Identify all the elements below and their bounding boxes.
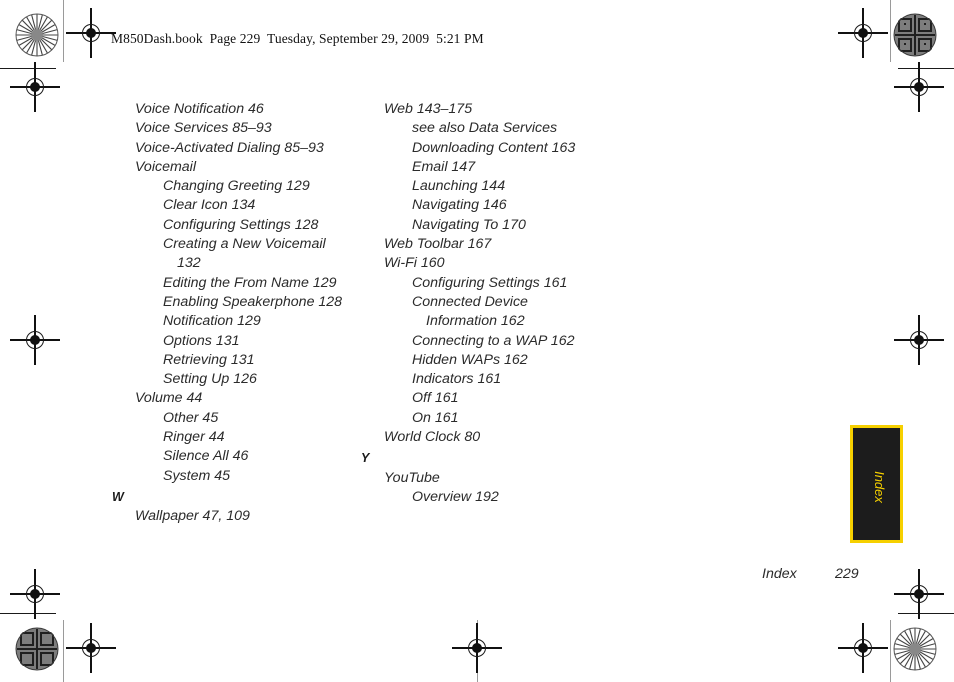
footer-section-label: Index: [762, 566, 797, 582]
index-entry: Web Toolbar 167: [384, 236, 492, 253]
index-entry: Connected Device: [412, 293, 528, 310]
index-entry: Voicemail: [135, 158, 196, 175]
trim-line-top-left-horizontal: [0, 68, 56, 69]
index-entry: Volume 44: [135, 390, 203, 407]
index-entry: Creating a New Voicemail: [163, 236, 326, 253]
index-entry: YouTube: [384, 469, 440, 486]
index-entry: Voice-Activated Dialing 85–93: [135, 139, 324, 156]
registration-mark-bottom-left: [10, 569, 60, 619]
registration-mark-left-middle: [10, 315, 60, 365]
index-entry: Other 45: [163, 409, 219, 426]
index-thumb-tab: Index: [850, 425, 903, 543]
index-entry: Navigating To 170: [412, 216, 526, 233]
index-entry: On 161: [412, 409, 459, 426]
index-entry: Overview 192: [412, 488, 499, 505]
book-file-header: M850Dash.book Page 229 Tuesday, Septembe…: [111, 31, 484, 46]
registration-mark-bottom-right: [838, 623, 888, 673]
index-entry: System 45: [163, 467, 231, 484]
index-entry: Setting Up 126: [163, 371, 257, 388]
index-section-letter: Y: [361, 451, 370, 466]
registration-mark-top-right-2: [894, 62, 944, 112]
footer-page-number: 229: [835, 566, 859, 582]
trim-line-right-vertical-lower: [890, 620, 891, 682]
index-entry: Configuring Settings 128: [163, 216, 319, 233]
index-column-left: Voice Notification 46 Voice Services 85–9…: [112, 100, 362, 527]
index-entry: Options 131: [163, 332, 240, 349]
index-entry: see also Data Services: [412, 120, 558, 137]
index-entry: Launching 144: [412, 178, 506, 195]
registration-mark-top-left-2: [10, 62, 60, 112]
trim-line-center-bottom: [477, 620, 478, 682]
registration-mark-top-right: [838, 8, 888, 58]
trim-line-left-vertical-lower: [63, 620, 64, 682]
trim-line-right-vertical: [890, 0, 891, 62]
index-entry: Connecting to a WAP 162: [412, 332, 575, 349]
index-entry: Enabling Speakerphone 128: [163, 293, 343, 310]
trim-line-bottom-right-horizontal: [898, 613, 954, 614]
index-entry: Clear Icon 134: [163, 197, 256, 214]
index-entry: Editing the From Name 129: [163, 274, 337, 291]
index-entry: World Clock 80: [384, 429, 481, 446]
index-entry: Ringer 44: [163, 429, 225, 446]
index-entry: Notification 129: [163, 313, 261, 330]
index-entry: Hidden WAPs 162: [412, 351, 528, 368]
index-section-letter: W: [112, 489, 124, 504]
index-entry: Configuring Settings 161: [412, 274, 568, 291]
index-entry: Voice Notification 46: [135, 101, 264, 117]
index-entry: Wi-Fi 160: [384, 255, 445, 272]
registration-mark-right-middle: [894, 315, 944, 365]
star-target-top-left: [15, 13, 59, 57]
registration-mark-bottom-left-2: [66, 623, 116, 673]
index-entry: Navigating 146: [412, 197, 507, 214]
index-column-right: Web 143–175 see also Data Services Downloa…: [361, 100, 611, 507]
trim-line-top-right-horizontal: [898, 68, 954, 69]
index-entry: Indicators 161: [412, 371, 502, 388]
trim-line-bottom-left-horizontal: [0, 613, 56, 614]
star-target-top-right: [893, 13, 937, 57]
index-entry: Off 161: [412, 390, 459, 407]
index-entry: Email 147: [412, 158, 476, 175]
index-entry: Downloading Content 163: [412, 139, 576, 156]
registration-mark-top-left: [66, 8, 116, 58]
index-entry: Voice Services 85–93: [135, 120, 272, 137]
registration-mark-bottom-center: [452, 623, 502, 673]
index-entry: Wallpaper 47, 109: [135, 508, 250, 525]
index-entry: Information 162: [426, 313, 525, 330]
registration-mark-bottom-right-2: [894, 569, 944, 619]
star-target-bottom-right: [893, 627, 937, 671]
index-entry: 132: [177, 255, 201, 272]
index-thumb-tab-label: Index: [872, 471, 887, 503]
index-entry: Changing Greeting 129: [163, 178, 310, 195]
index-entry: Retrieving 131: [163, 351, 255, 368]
trim-line-left-vertical: [63, 0, 64, 62]
index-entry: Web 143–175: [384, 101, 473, 117]
index-entry: Silence All 46: [163, 448, 249, 465]
star-target-bottom-left: [15, 627, 59, 671]
